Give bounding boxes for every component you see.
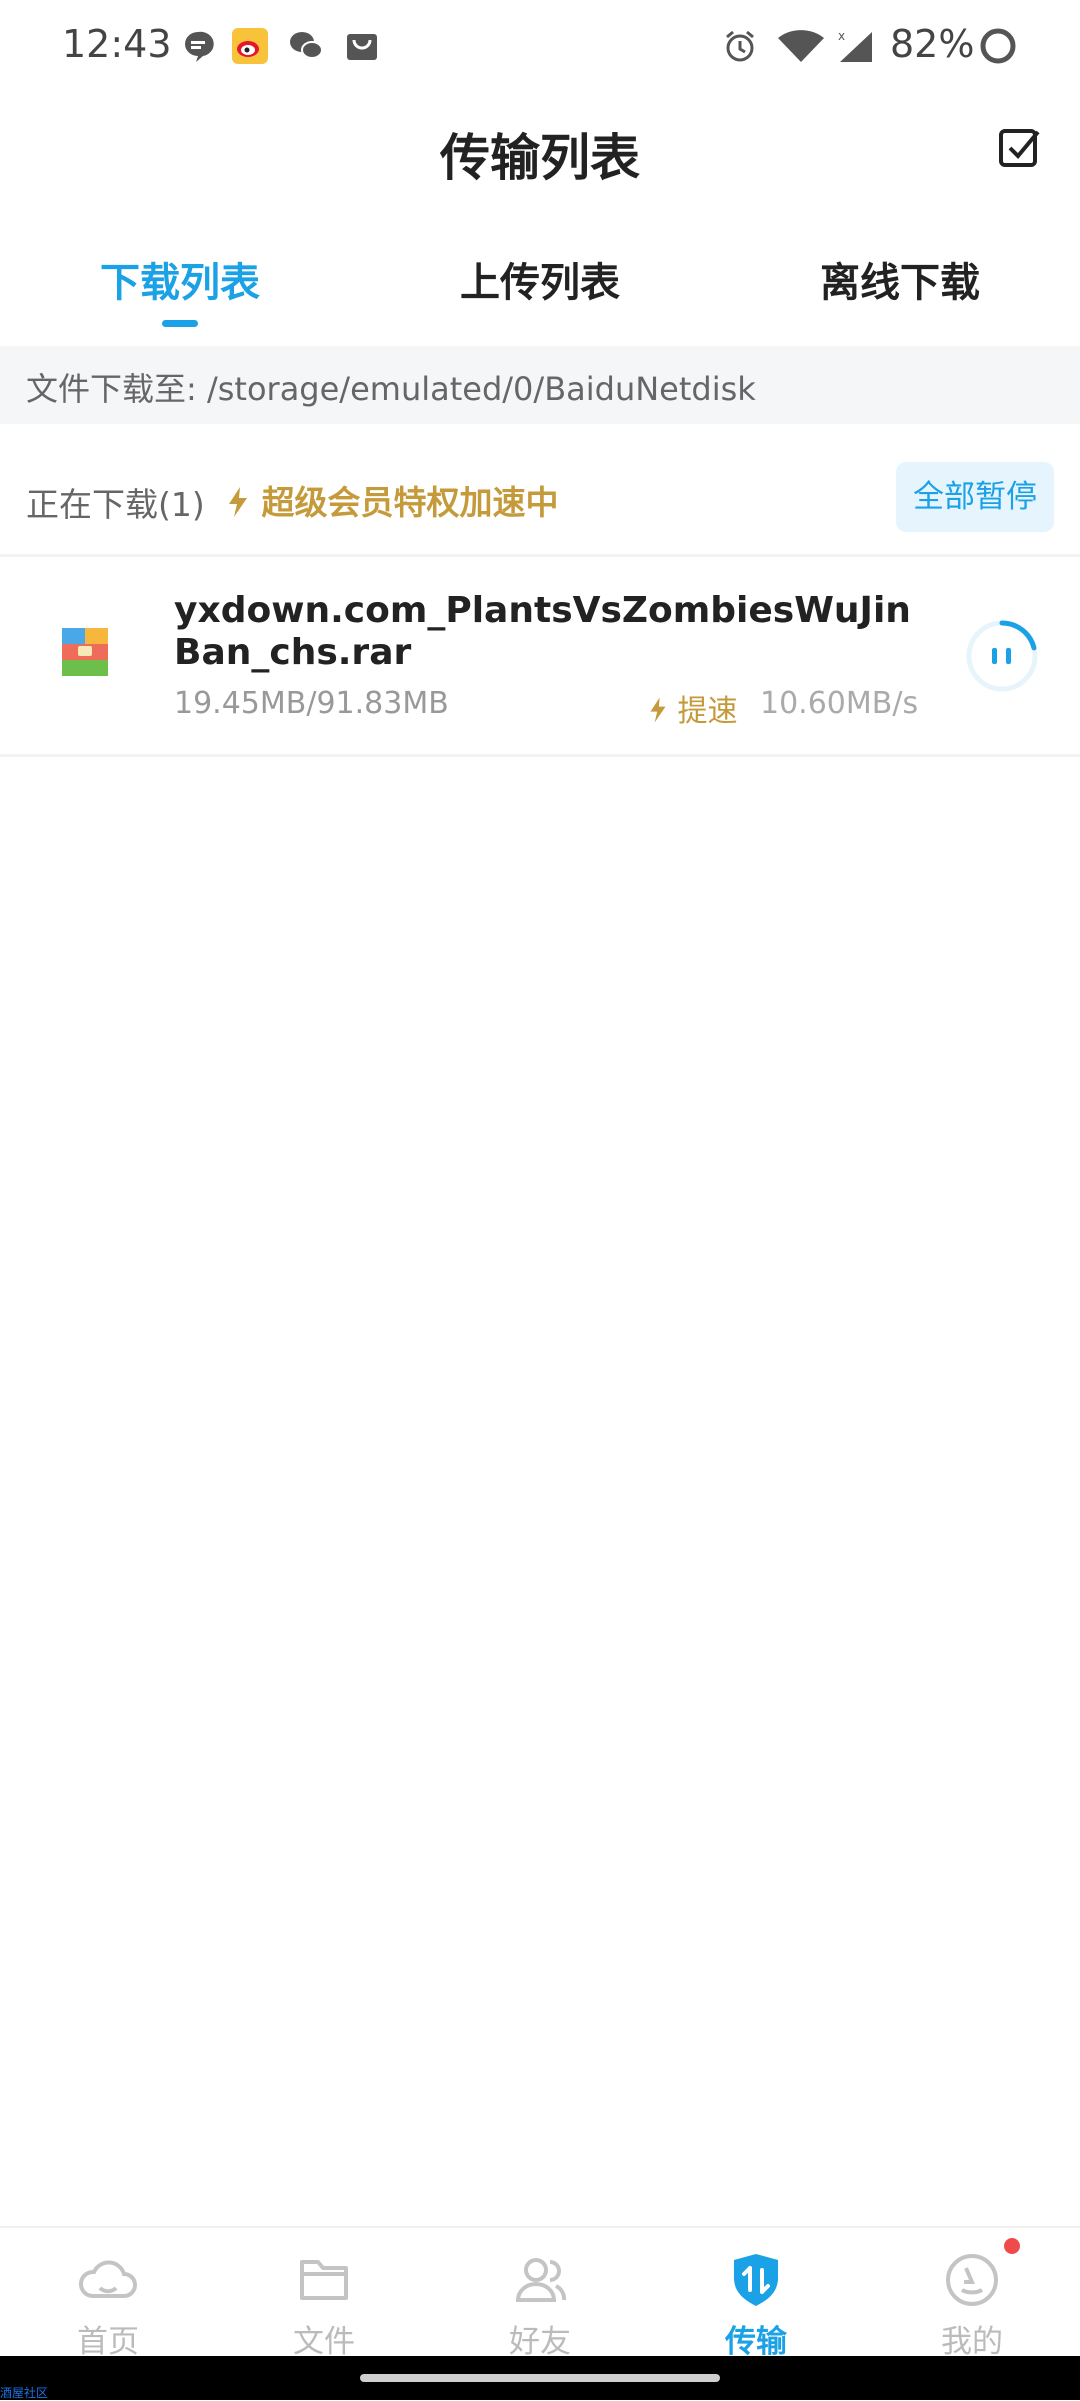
pause-all-button[interactable]: 全部暂停 [896,462,1054,532]
nav-files[interactable]: 文件 [264,2250,384,2361]
divider [0,554,1080,557]
lightning-icon [229,487,247,517]
svg-text:x: x [838,29,845,43]
lightning-icon [650,697,666,723]
weibo-icon [232,28,268,64]
vip-acceleration-label: 超级会员特权加速中 [226,476,559,524]
battery-icon [980,28,1016,64]
downloading-count: 正在下载(1) [26,485,205,524]
battery-percent: 82% [890,22,975,66]
page-title: 传输列表 [440,129,640,187]
nav-transfer-label: 传输 [725,2324,787,2360]
vip-acceleration-text: 超级会员特权加速中 [261,483,559,522]
nav-home-label: 首页 [77,2324,139,2360]
wifi-icon [778,30,824,62]
alarm-icon [726,30,754,62]
select-checkbox-icon[interactable] [998,126,1042,170]
signal-icon: x [838,29,872,62]
tab-offline-download[interactable]: 离线下载 [750,250,1050,308]
wechat-icon [290,32,323,59]
speedup-label: 提速 [648,686,738,730]
download-speed: 10.60MB/s [760,686,919,721]
nav-mine[interactable]: 我的 [912,2250,1032,2361]
folder-icon [300,2260,348,2300]
pause-download-button[interactable] [964,618,1040,694]
profile-icon [946,2254,998,2306]
tab-active-indicator [162,320,198,327]
tab-download-list[interactable]: 下载列表 [30,250,330,308]
watermark: 酒屋社区 [0,2386,49,2400]
download-path-text: 文件下载至: /storage/emulated/0/BaiduNetdisk [26,370,756,408]
nav-friends[interactable]: 好友 [480,2250,600,2361]
file-name: yxdown.com_PlantsVsZombiesWuJinBan_chs.r… [174,590,911,673]
tab-upload-list[interactable]: 上传列表 [390,250,690,308]
notification-badge [1004,2238,1020,2254]
message-icon [185,31,214,62]
nav-transfer[interactable]: 传输 [696,2250,816,2361]
divider [0,754,1080,757]
cloud-icon [79,2260,137,2298]
home-gesture-bar[interactable] [360,2374,720,2382]
nav-friends-label: 好友 [509,2324,571,2360]
friends-icon [515,2258,567,2302]
nav-mine-label: 我的 [941,2324,1003,2360]
status-bar: 12:43 x 82% [0,0,1080,92]
nav-home[interactable]: 首页 [48,2250,168,2361]
nav-files-label: 文件 [293,2324,355,2360]
store-icon [347,34,377,60]
transfer-icon [734,2254,778,2306]
status-time: 12:43 [62,22,172,66]
archive-file-icon [62,628,108,676]
speedup-text: 提速 [677,694,738,729]
file-size-progress: 19.45MB/91.83MB [174,686,449,721]
